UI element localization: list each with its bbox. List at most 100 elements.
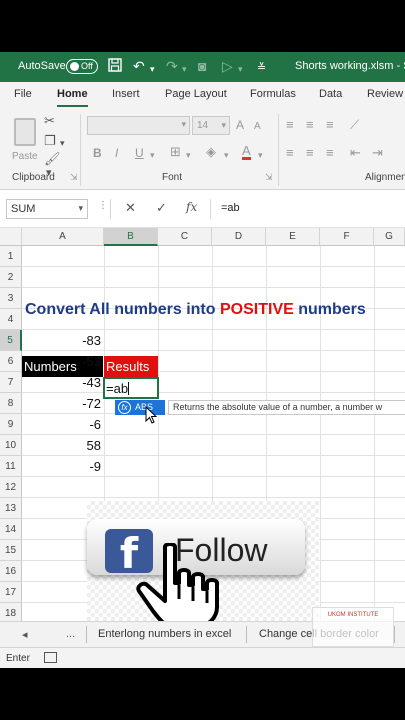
macro-dropdown-icon[interactable]: ▾ (238, 61, 243, 77)
font-color-dropdown-icon[interactable]: ▾ (258, 148, 263, 162)
cell-a10[interactable]: 58 (22, 438, 101, 453)
decrease-indent-icon[interactable]: ⇤ (350, 146, 361, 160)
row-header-9[interactable]: 9 (0, 414, 22, 435)
clipboard-dialog-launcher-icon[interactable]: ⇲ (70, 170, 78, 184)
bold-icon[interactable]: B (93, 146, 102, 160)
cut-icon[interactable]: ✂ (44, 114, 55, 128)
align-left-icon[interactable]: ≡ (286, 146, 294, 160)
row-header-13[interactable]: 13 (0, 498, 22, 519)
font-color-icon[interactable]: A (242, 144, 251, 160)
enter-icon[interactable]: ✓ (156, 200, 167, 216)
insert-function-icon[interactable]: fx (186, 200, 197, 214)
borders-icon[interactable]: ⊞ (170, 145, 181, 159)
cell-a7[interactable]: -43 (22, 375, 101, 390)
row-header-2[interactable]: 2 (0, 267, 22, 288)
underline-dropdown-icon[interactable]: ▾ (150, 148, 155, 162)
row-header-11[interactable]: 11 (0, 456, 22, 477)
paste-icon[interactable] (14, 118, 36, 146)
redo-icon[interactable]: ↷ (166, 58, 178, 74)
more-options-icon[interactable]: ⋮ (98, 200, 108, 211)
cell-a11[interactable]: -9 (22, 459, 101, 474)
row-header-17[interactable]: 17 (0, 582, 22, 603)
row-header-15[interactable]: 15 (0, 540, 22, 561)
macro-icon[interactable]: ▷ (222, 58, 233, 74)
row-header-10[interactable]: 10 (0, 435, 22, 456)
decrease-font-icon[interactable]: A (254, 120, 261, 134)
facebook-follow-overlay[interactable]: f Follow (87, 501, 319, 629)
cell-a5[interactable]: -83 (22, 333, 101, 348)
name-box[interactable]: SUM ▾ (6, 199, 88, 219)
worksheet-grid[interactable]: A B C D E F G 1 2 3 4 5 6 7 8 9 10 11 12 13 14 15 16 17 1… (0, 228, 405, 629)
copy-dropdown-icon[interactable]: ▾ (60, 136, 65, 150)
autocomplete-item-abs[interactable]: fx ABS (115, 400, 165, 415)
column-header-d[interactable]: D (212, 228, 266, 246)
row-header-4[interactable]: 4 (0, 309, 22, 330)
tab-separator (86, 626, 87, 643)
column-header-a[interactable]: A (22, 228, 104, 246)
font-dialog-launcher-icon[interactable]: ⇲ (265, 170, 273, 184)
more-sheets-button[interactable]: ... (66, 628, 75, 640)
orientation-icon[interactable]: ⟋ (350, 118, 359, 132)
ribbon-home: Paste ▾ ✂ ❐ ▾ 🖌 ▾ 14 ▾ A A B I U ▾ ⊞ ▾ ◈… (0, 108, 405, 190)
row-header-14[interactable]: 14 (0, 519, 22, 540)
column-header-c[interactable]: C (158, 228, 212, 246)
sheet-tab-enterlong-numbers[interactable]: Enterlong numbers in excel (98, 628, 231, 640)
tab-file[interactable]: File (14, 88, 32, 100)
copy-icon[interactable]: ❐ (44, 134, 56, 148)
row-header-12[interactable]: 12 (0, 477, 22, 498)
macro-record-icon[interactable] (44, 652, 57, 663)
borders-dropdown-icon[interactable]: ▾ (186, 148, 191, 162)
file-name: Shorts working.xlsm - Sa (295, 60, 405, 72)
column-header-e[interactable]: E (266, 228, 320, 246)
group-label-font: Font (162, 172, 183, 183)
tab-formulas[interactable]: Formulas (250, 88, 296, 100)
row-header-8[interactable]: 8 (0, 393, 22, 414)
active-cell-b5[interactable]: =ab (103, 377, 159, 399)
undo-icon[interactable]: ↶ (133, 58, 145, 74)
select-all-corner[interactable] (0, 228, 22, 246)
align-center-icon[interactable]: ≡ (306, 146, 314, 160)
cancel-icon[interactable]: ✕ (125, 200, 136, 216)
scroll-tabs-left-icon[interactable]: ◂ (22, 628, 28, 641)
italic-icon[interactable]: I (115, 146, 118, 160)
tab-data[interactable]: Data (319, 88, 342, 100)
font-size-value: 14 (197, 120, 209, 131)
cell-a9[interactable]: -6 (22, 417, 101, 432)
redo-dropdown-icon[interactable]: ▾ (182, 61, 187, 77)
increase-font-icon[interactable]: A (236, 118, 244, 132)
cell-b4-results-header[interactable]: Results (104, 356, 158, 377)
font-name-dropdown[interactable]: ▾ (87, 116, 190, 135)
cell-a6[interactable]: -53 (22, 354, 101, 369)
column-header-b[interactable]: B (104, 228, 158, 246)
row-header-16[interactable]: 16 (0, 561, 22, 582)
column-header-f[interactable]: F (320, 228, 374, 246)
column-header-g[interactable]: G (374, 228, 405, 246)
font-size-dropdown[interactable]: 14 ▾ (192, 116, 230, 135)
align-middle-icon[interactable]: ≡ (306, 118, 314, 132)
formula-input[interactable]: =ab (221, 202, 240, 214)
tab-home[interactable]: Home (57, 88, 88, 107)
underline-icon[interactable]: U (135, 146, 144, 160)
row-header-1[interactable]: 1 (0, 246, 22, 267)
align-right-icon[interactable]: ≡ (326, 146, 334, 160)
undo-dropdown-icon[interactable]: ▾ (150, 61, 155, 77)
format-painter-icon[interactable]: 🖌 (44, 152, 61, 166)
increase-indent-icon[interactable]: ⇥ (372, 146, 383, 160)
cell-a8[interactable]: -72 (22, 396, 101, 411)
autosave-toggle[interactable]: Off (66, 59, 98, 74)
align-top-icon[interactable]: ≡ (286, 118, 294, 132)
tab-insert[interactable]: Insert (112, 88, 140, 100)
gridline (22, 287, 405, 288)
customize-toolbar-icon[interactable]: ≚ (257, 60, 266, 76)
row-header-7[interactable]: 7 (0, 372, 22, 393)
save-icon[interactable] (108, 58, 122, 75)
fill-color-icon[interactable]: ◈ (206, 145, 216, 159)
row-header-3[interactable]: 3 (0, 288, 22, 309)
tab-page-layout[interactable]: Page Layout (165, 88, 227, 100)
align-bottom-icon[interactable]: ≡ (326, 118, 334, 132)
tab-review[interactable]: Review (367, 88, 403, 100)
camera-icon[interactable]: ◙ (198, 58, 206, 74)
fill-dropdown-icon[interactable]: ▾ (224, 148, 229, 162)
row-header-6[interactable]: 6 (0, 351, 22, 372)
row-header-5[interactable]: 5 (0, 330, 22, 351)
